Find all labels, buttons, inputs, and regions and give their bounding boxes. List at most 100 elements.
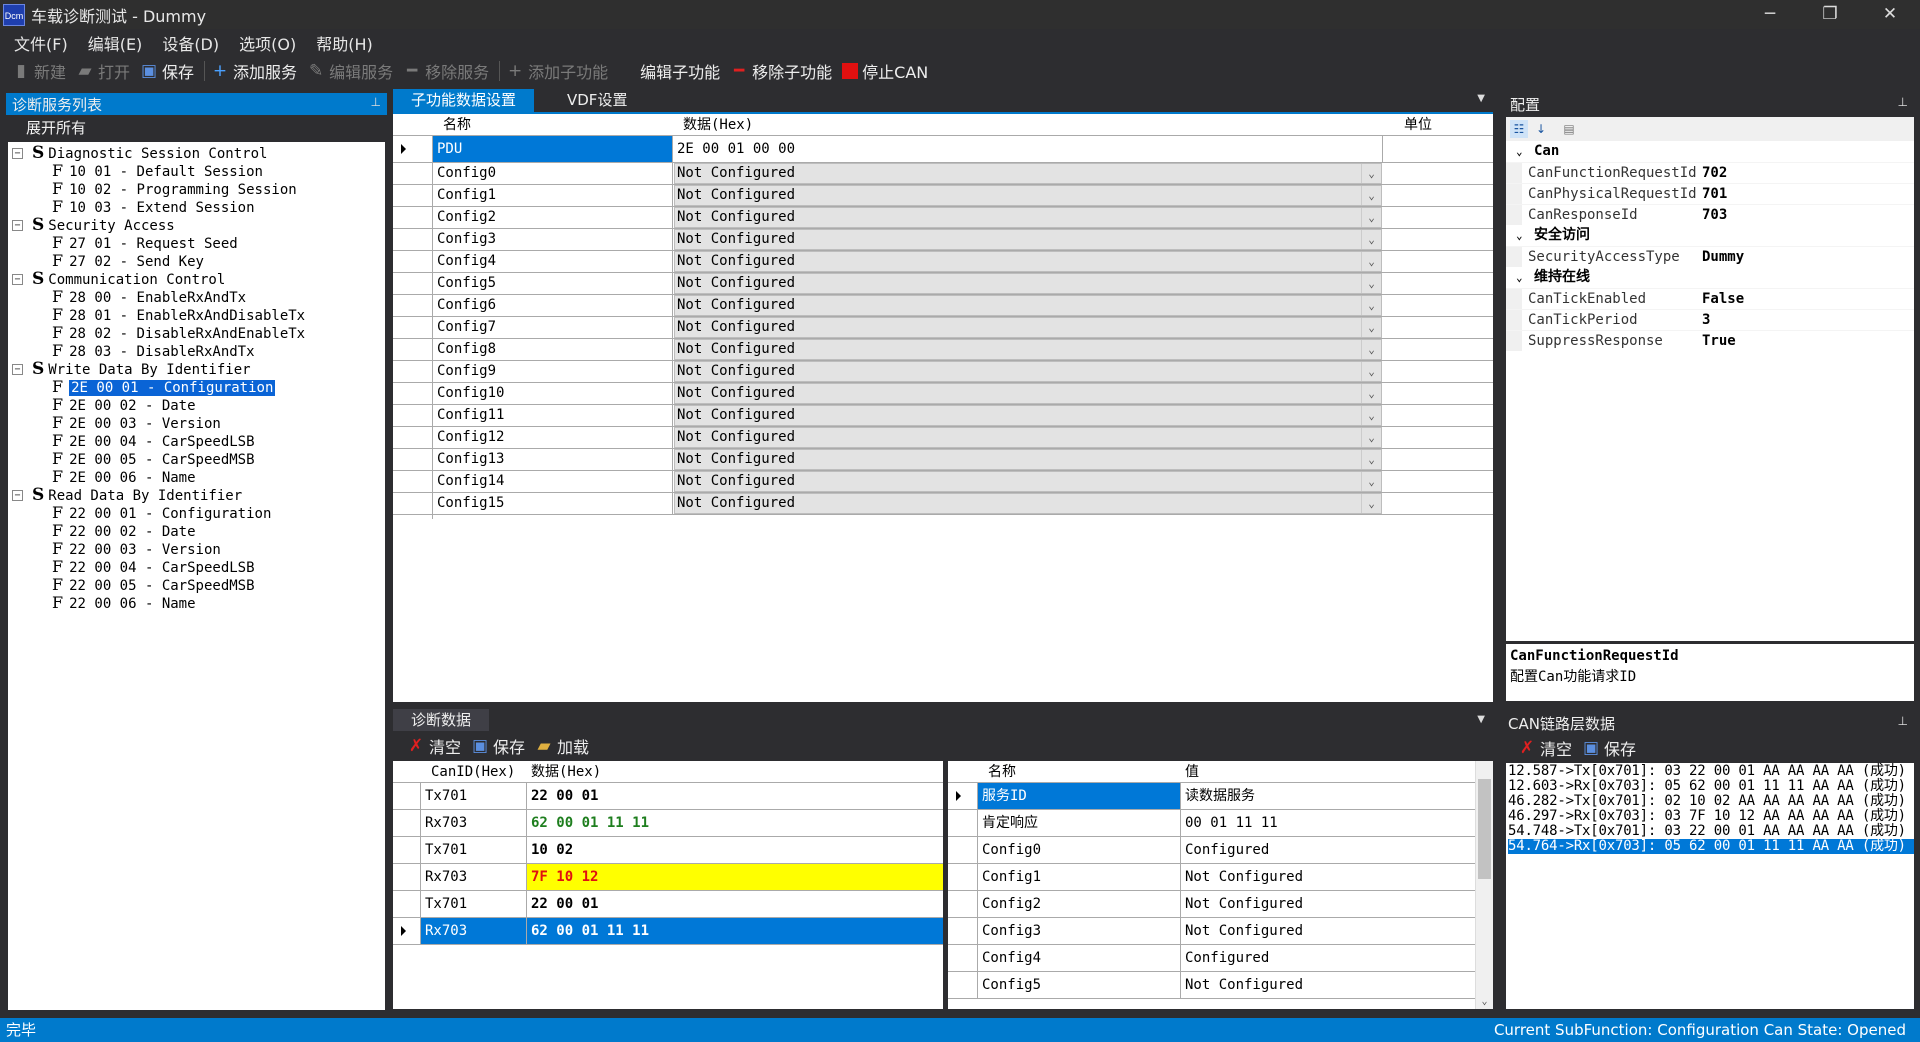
chevron-down-icon[interactable]: ⌄ (1361, 208, 1381, 227)
config-value-select[interactable]: Not Configured ⌄ (674, 449, 1382, 470)
property-value[interactable]: Dummy (1702, 247, 1744, 268)
edit-service-button[interactable]: ✎ 编辑服务 (307, 59, 393, 83)
tree-subfunction-node[interactable]: F 27 01 - Request Seed (8, 234, 385, 253)
tab-vdf-settings[interactable]: VDF设置 (549, 89, 645, 112)
property-row[interactable]: CanTickPeriod 3 (1506, 309, 1914, 330)
tree-subfunction-node[interactable]: F 2E 00 05 - CarSpeedMSB (8, 450, 385, 469)
tab-dropdown-icon[interactable]: ▼ (1477, 93, 1485, 104)
tree-subfunction-node[interactable]: F 22 00 06 - Name (8, 594, 385, 613)
config-row[interactable]: Config9 Not Configured ⌄ (393, 361, 1493, 387)
tab-subfunction-settings[interactable]: 子功能数据设置 (393, 89, 535, 112)
chevron-down-icon[interactable]: ⌄ (1361, 252, 1381, 271)
pin-icon[interactable]: ⊥ (371, 95, 381, 109)
detail-row[interactable]: 肯定响应 00 01 11 11 (948, 810, 1475, 837)
chevron-down-icon[interactable]: ⌄ (1361, 318, 1381, 337)
config-value-select[interactable]: Not Configured ⌄ (674, 185, 1382, 206)
diag-clear-button[interactable]: ✗ 清空 (407, 734, 461, 758)
can-log[interactable]: 12.587->Tx[0x701]: 03 22 00 01 AA AA AA … (1506, 763, 1914, 1009)
property-value[interactable]: 3 (1702, 310, 1710, 331)
config-row[interactable]: Config14 Not Configured ⌄ (393, 471, 1493, 497)
pdu-row[interactable]: PDU 2E 00 01 00 00 (393, 136, 1493, 163)
diag-row[interactable]: Tx701 10 02 (393, 837, 943, 864)
open-button[interactable]: ▰ 打开 (76, 59, 130, 83)
tree-service-node[interactable]: − S Write Data By Identifier (8, 360, 385, 378)
chevron-down-icon[interactable]: ⌄ (1361, 296, 1381, 315)
diag-row[interactable]: Tx701 22 00 01 (393, 891, 943, 918)
pdu-data[interactable]: 2E 00 01 00 00 (673, 136, 1383, 162)
diag-title[interactable]: 诊断数据 (393, 709, 490, 731)
can-log-line[interactable]: 12.587->Tx[0x701]: 03 22 00 01 AA AA AA … (1508, 764, 1914, 779)
detail-scrollbar[interactable]: ⌄ (1475, 761, 1493, 1009)
config-row[interactable]: Config11 Not Configured ⌄ (393, 405, 1493, 431)
config-value-select[interactable]: Not Configured ⌄ (674, 163, 1382, 184)
new-button[interactable]: ▮ 新建 (12, 59, 66, 83)
tree-subfunction-node[interactable]: F 28 03 - DisableRxAndTx (8, 342, 385, 361)
chevron-down-icon[interactable]: ⌄ (1516, 225, 1523, 246)
chevron-down-icon[interactable]: ⌄ (1361, 230, 1381, 249)
collapse-icon[interactable]: − (12, 148, 23, 159)
property-row[interactable]: SuppressResponse True (1506, 330, 1914, 351)
config-value-select[interactable]: Not Configured ⌄ (674, 251, 1382, 272)
add-subfunction-button[interactable]: + 添加子功能 (506, 59, 608, 83)
chevron-down-icon[interactable]: ⌄ (1361, 472, 1381, 491)
config-value-select[interactable]: Not Configured ⌄ (674, 339, 1382, 360)
config-value-select[interactable]: Not Configured ⌄ (674, 361, 1382, 382)
diag-row[interactable]: Tx701 22 00 01 (393, 783, 943, 810)
config-row[interactable]: Config0 Not Configured ⌄ (393, 163, 1493, 189)
save-button[interactable]: ▣ 保存 (140, 59, 194, 83)
property-row[interactable]: CanFunctionRequestId 702 (1506, 162, 1914, 183)
chevron-down-icon[interactable]: ⌄ (1361, 274, 1381, 293)
property-category[interactable]: ⌄ 安全访问 (1506, 225, 1914, 246)
chevron-down-icon[interactable]: ⌄ (1361, 406, 1381, 425)
collapse-icon[interactable]: − (12, 364, 23, 375)
can-log-line[interactable]: 46.282->Tx[0x701]: 02 10 02 AA AA AA AA … (1508, 794, 1914, 809)
config-value-select[interactable]: Not Configured ⌄ (674, 229, 1382, 250)
tree-subfunction-node[interactable]: F 2E 00 01 - Configuration (8, 378, 385, 396)
tree-subfunction-node[interactable]: F 28 00 - EnableRxAndTx (8, 288, 385, 307)
add-service-button[interactable]: + 添加服务 (211, 59, 297, 83)
tree-subfunction-node[interactable]: F 22 00 05 - CarSpeedMSB (8, 576, 385, 595)
property-row[interactable]: CanResponseId 703 (1506, 204, 1914, 225)
diag-load-button[interactable]: ▰ 加载 (535, 734, 589, 758)
remove-subfunction-button[interactable]: ━ 移除子功能 (730, 59, 832, 83)
close-button[interactable]: ✕ (1860, 0, 1920, 29)
diag-save-button[interactable]: ▣ 保存 (471, 734, 525, 758)
config-value-select[interactable]: Not Configured ⌄ (674, 471, 1382, 492)
collapse-icon[interactable]: − (12, 274, 23, 285)
chevron-down-icon[interactable]: ⌄ (1361, 340, 1381, 359)
chevron-down-icon[interactable]: ⌄ (1361, 186, 1381, 205)
tree-subfunction-node[interactable]: F 10 02 - Programming Session (8, 180, 385, 199)
config-row[interactable]: Config1 Not Configured ⌄ (393, 185, 1493, 211)
chevron-down-icon[interactable]: ⌄ (1516, 141, 1523, 162)
diag-row[interactable]: Rx703 62 00 01 11 11 (393, 810, 943, 837)
tree-service-node[interactable]: − S Diagnostic Session Control (8, 144, 385, 162)
detail-row[interactable]: Config0 Configured (948, 837, 1475, 864)
tree-subfunction-node[interactable]: F 10 03 - Extend Session (8, 198, 385, 217)
detail-row[interactable]: Config4 Configured (948, 945, 1475, 972)
tree-subfunction-node[interactable]: F 2E 00 04 - CarSpeedLSB (8, 432, 385, 451)
remove-service-button[interactable]: ━ 移除服务 (403, 59, 489, 83)
config-row[interactable]: Config4 Not Configured ⌄ (393, 251, 1493, 277)
stop-can-button[interactable]: 停止CAN (842, 59, 928, 83)
can-log-line[interactable]: 54.748->Tx[0x701]: 03 22 00 01 AA AA AA … (1508, 824, 1914, 839)
tree-subfunction-node[interactable]: F 28 02 - DisableRxAndEnableTx (8, 324, 385, 343)
detail-row[interactable]: Config1 Not Configured (948, 864, 1475, 891)
pin-icon[interactable]: ⊥ (1898, 95, 1908, 109)
config-row[interactable]: Config7 Not Configured ⌄ (393, 317, 1493, 343)
tree-subfunction-node[interactable]: F 2E 00 03 - Version (8, 414, 385, 433)
sort-az-icon[interactable]: ↓ (1532, 120, 1550, 138)
tree-service-node[interactable]: − S Security Access (8, 216, 385, 234)
tree-subfunction-node[interactable]: F 22 00 01 - Configuration (8, 504, 385, 523)
config-row[interactable]: Config5 Not Configured ⌄ (393, 273, 1493, 299)
config-value-select[interactable]: Not Configured ⌄ (674, 317, 1382, 338)
chevron-down-icon[interactable]: ⌄ (1361, 428, 1381, 447)
tree-subfunction-node[interactable]: F 22 00 04 - CarSpeedLSB (8, 558, 385, 577)
menu-device[interactable]: 设备(D) (154, 31, 227, 55)
chevron-down-icon[interactable]: ⌄ (1361, 450, 1381, 469)
categorized-icon[interactable]: ☷ (1510, 120, 1528, 138)
config-value-select[interactable]: Not Configured ⌄ (674, 427, 1382, 448)
tree-subfunction-node[interactable]: F 10 01 - Default Session (8, 162, 385, 181)
property-value[interactable]: 702 (1702, 163, 1727, 184)
can-clear-button[interactable]: ✗ 清空 (1518, 736, 1572, 760)
config-row[interactable]: Config12 Not Configured ⌄ (393, 427, 1493, 453)
